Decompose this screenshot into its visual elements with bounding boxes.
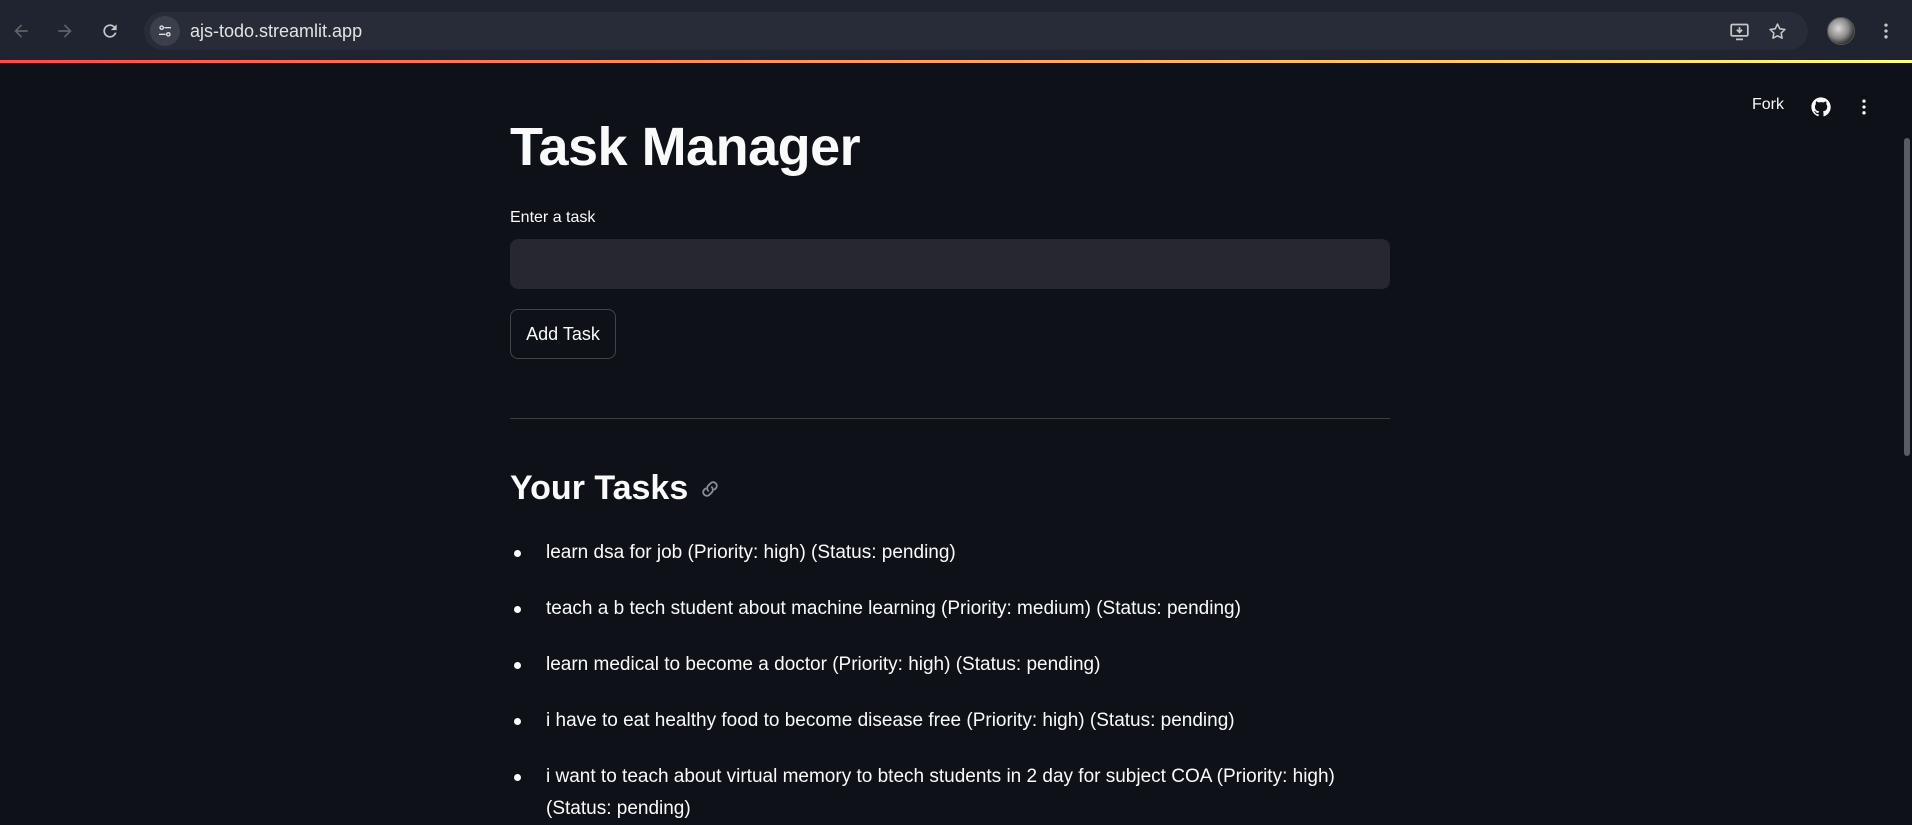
reload-button[interactable]	[95, 16, 125, 46]
bookmark-button[interactable]	[1765, 19, 1789, 43]
address-bar[interactable]: ajs-todo.streamlit.app	[144, 12, 1808, 50]
page-title: Task Manager	[510, 117, 861, 177]
forward-button[interactable]	[50, 16, 80, 46]
task-text: i want to teach about virtual memory to …	[546, 766, 1335, 819]
arrow-right-icon	[58, 24, 72, 38]
heading-anchor-link[interactable]	[698, 477, 722, 501]
site-info-button[interactable]	[150, 16, 180, 46]
task-input[interactable]	[510, 239, 1390, 289]
scrollbar-thumb[interactable]	[1904, 138, 1910, 456]
bullet	[514, 662, 521, 669]
github-button[interactable]	[1808, 94, 1834, 120]
tasks-heading: Your Tasks	[510, 469, 722, 508]
task-text: i have to eat healthy food to become dis…	[546, 710, 1235, 731]
bullet	[514, 606, 521, 613]
bullet	[514, 718, 521, 725]
star-icon	[1768, 22, 1786, 39]
install-app-icon	[1729, 23, 1749, 40]
url-text[interactable]: ajs-todo.streamlit.app	[190, 21, 362, 42]
browser-menu-button[interactable]	[1874, 18, 1898, 44]
browser-toolbar: ajs-todo.streamlit.app	[0, 0, 1912, 60]
github-icon	[1811, 97, 1831, 117]
kebab-menu-icon	[1884, 23, 1888, 39]
bullet	[514, 550, 521, 557]
back-button[interactable]	[6, 16, 36, 46]
avatar[interactable]	[1827, 17, 1855, 45]
bullet	[514, 774, 521, 781]
task-input-label: Enter a task	[510, 209, 596, 226]
tasks-heading-text: Your Tasks	[510, 469, 689, 507]
link-icon	[702, 480, 718, 497]
arrow-left-icon	[14, 24, 28, 38]
add-task-button[interactable]: Add Task	[510, 309, 616, 359]
task-text: learn medical to become a doctor (Priori…	[546, 654, 1101, 675]
task-text: learn dsa for job (Priority: high) (Stat…	[546, 542, 956, 563]
app-menu-button[interactable]	[1853, 94, 1875, 120]
tune-icon	[159, 25, 171, 37]
kebab-menu-icon	[1862, 99, 1866, 115]
task-text: teach a b tech student about machine lea…	[546, 598, 1241, 619]
divider	[510, 418, 1390, 419]
fork-button[interactable]: Fork	[1752, 96, 1784, 114]
reload-icon	[103, 24, 117, 38]
install-app-button[interactable]	[1727, 19, 1751, 43]
header-decoration-bar	[0, 60, 1912, 63]
